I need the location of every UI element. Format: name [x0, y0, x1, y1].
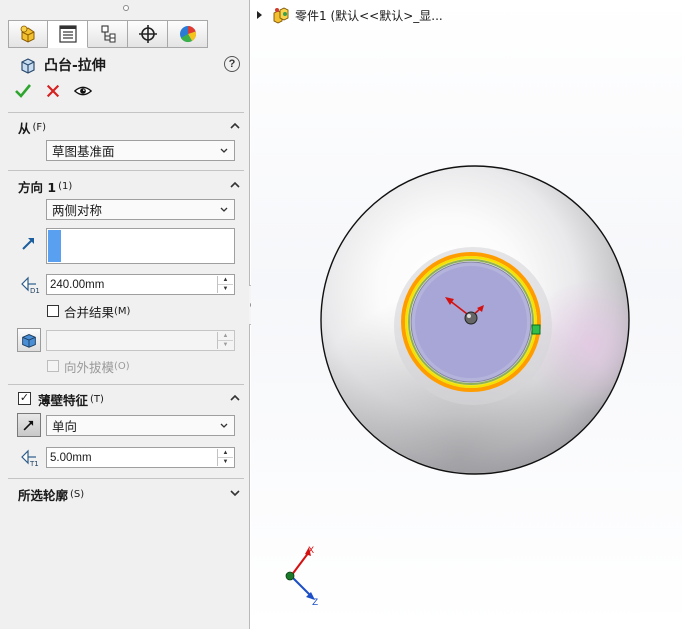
end-condition-value: 两侧对称	[52, 203, 103, 218]
model-view[interactable]: X Z	[251, 0, 682, 629]
chevron-down-icon	[220, 207, 228, 212]
display-manager-pie-icon	[179, 26, 196, 43]
thin-feature-title: 薄壁特征	[38, 392, 89, 408]
feature-manager-icon	[20, 25, 35, 43]
help-icon[interactable]: ?	[224, 56, 240, 72]
from-group-header[interactable]: 从 (F)	[18, 118, 244, 136]
direction1-group-key: (1)	[58, 180, 73, 192]
separator	[8, 384, 244, 385]
configuration-manager-tab[interactable]	[88, 20, 128, 48]
svg-text:D1: D1	[30, 287, 40, 295]
feature-title-row: 凸台-拉伸 ?	[18, 55, 240, 75]
direction1-group-title: 方向 1	[18, 179, 57, 195]
depth-dimension-icon: D1	[21, 276, 40, 295]
draft-icon	[22, 334, 36, 348]
thickness-spinner[interactable]: ▲ ▼	[217, 449, 233, 466]
drag-handle-end[interactable]	[531, 324, 541, 335]
ok-button[interactable]	[14, 82, 32, 100]
spin-up-icon[interactable]: ▲	[218, 332, 233, 341]
reverse-direction-icon	[23, 420, 34, 431]
draft-angle-input[interactable]: ▲ ▼	[46, 330, 235, 351]
reverse-direction-arrow-icon[interactable]	[18, 232, 40, 254]
svg-text:T1: T1	[29, 460, 39, 468]
thin-type-value: 单向	[52, 419, 78, 434]
start-condition-value: 草图基准面	[52, 144, 115, 159]
configuration-manager-icon	[100, 25, 115, 43]
spin-down-icon[interactable]: ▼	[218, 458, 233, 466]
thin-feature-group-header[interactable]: 薄壁特征 (T)	[38, 390, 244, 408]
chevron-up-icon[interactable]	[230, 180, 240, 190]
thickness-dimension-icon: T1	[21, 449, 39, 468]
separator	[8, 170, 244, 171]
spin-down-icon[interactable]: ▼	[218, 341, 233, 349]
property-manager-tab[interactable]	[48, 20, 88, 48]
separator	[8, 112, 244, 113]
merge-result-box[interactable]	[47, 305, 59, 317]
draft-toggle-button[interactable]	[17, 328, 41, 352]
view-orientation-triad: X Z	[285, 546, 318, 608]
end-condition-select[interactable]: 两侧对称	[46, 199, 235, 220]
spin-down-icon[interactable]: ▼	[218, 285, 233, 293]
depth-value: 240.00mm	[50, 278, 105, 291]
close-icon	[46, 84, 60, 98]
crosshair-icon	[138, 25, 157, 43]
cancel-button[interactable]	[44, 82, 62, 100]
draft-outward-checkbox[interactable]: 向外拔模 (O)	[47, 358, 130, 375]
chevron-up-icon[interactable]	[230, 121, 240, 131]
eye-icon	[74, 86, 92, 96]
z-axis-label: Z	[312, 598, 318, 608]
chevron-down-icon	[220, 423, 228, 428]
display-manager-tab[interactable]	[168, 20, 208, 48]
draft-outward-key: (O)	[114, 360, 130, 372]
preview-button[interactable]	[74, 82, 92, 100]
merge-result-label: 合并结果	[64, 304, 115, 320]
selection-focus-bar	[48, 230, 61, 262]
feature-manager-tab[interactable]	[8, 20, 48, 48]
x-axis-label: X	[308, 546, 314, 556]
action-buttons	[14, 82, 92, 100]
manager-tabs	[8, 20, 208, 48]
from-group-title: 从	[18, 120, 31, 136]
thin-feature-key: (T)	[90, 393, 104, 405]
spin-up-icon[interactable]: ▲	[218, 276, 233, 285]
selected-contours-title: 所选轮廓	[18, 487, 69, 503]
boss-extrude-icon	[21, 58, 35, 74]
draft-outward-box[interactable]	[47, 360, 59, 372]
depth-input[interactable]: 240.00mm ▲ ▼	[46, 274, 235, 295]
property-manager-panel: 凸台-拉伸 ? 从 (F) 草图基准面 方向 1 (1) 两侧对称 D1 240…	[0, 0, 250, 629]
thickness-value: 5.00mm	[50, 451, 92, 464]
direction-reference-selection-box[interactable]	[46, 228, 235, 264]
chevron-down-icon[interactable]	[230, 488, 240, 498]
selected-contours-key: (S)	[70, 488, 85, 500]
graphics-area[interactable]: 零件1 (默认<<默认>_显... X Z	[251, 0, 682, 629]
merge-result-checkbox[interactable]: 合并结果 (M)	[47, 303, 131, 320]
dimxpert-manager-tab[interactable]	[128, 20, 168, 48]
property-manager-icon	[58, 25, 77, 43]
separator	[8, 478, 244, 479]
checkmark-icon	[15, 84, 32, 98]
draft-outward-label: 向外拔模	[64, 359, 115, 375]
start-condition-select[interactable]: 草图基准面	[46, 140, 235, 161]
panel-drag-handle[interactable]	[123, 5, 129, 11]
draft-spinner[interactable]: ▲ ▼	[217, 332, 233, 349]
reverse-thin-direction-button[interactable]	[17, 413, 41, 437]
from-group-key: (F)	[32, 121, 47, 133]
feature-title: 凸台-拉伸	[44, 58, 106, 74]
chevron-up-icon[interactable]	[230, 393, 240, 403]
merge-result-key: (M)	[114, 305, 131, 317]
thin-type-select[interactable]: 单向	[46, 415, 235, 436]
chevron-down-icon	[220, 148, 228, 153]
spin-up-icon[interactable]: ▲	[218, 449, 233, 458]
thin-feature-checkbox[interactable]: ✓	[18, 392, 31, 405]
depth-spinner[interactable]: ▲ ▼	[217, 276, 233, 293]
selected-contours-group-header[interactable]: 所选轮廓 (S)	[18, 485, 244, 503]
thickness-input[interactable]: 5.00mm ▲ ▼	[46, 447, 235, 468]
direction1-group-header[interactable]: 方向 1 (1)	[18, 177, 244, 195]
